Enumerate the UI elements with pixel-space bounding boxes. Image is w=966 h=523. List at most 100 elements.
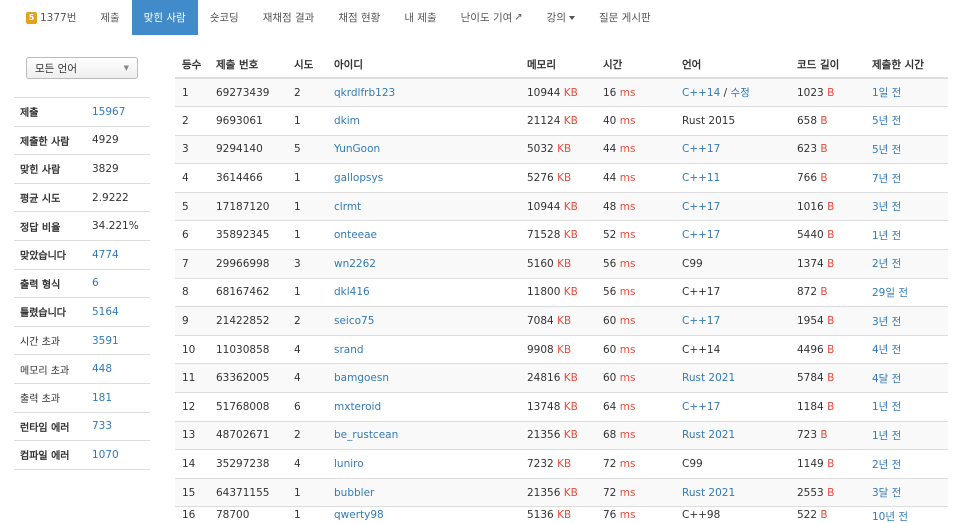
cell-submission-id: 9693061 (209, 106, 287, 136)
cell-language: C++17 (675, 191, 790, 221)
cell-rank: 15 (175, 477, 209, 507)
nav-rejudge-results[interactable]: 재채점 결과 (251, 0, 327, 35)
submitted-at-link[interactable]: 4년 전 (872, 344, 901, 356)
nav-problem-number[interactable]: 5 1377번 (0, 0, 88, 35)
nav-difficulty-contribution[interactable]: 난이도 기여 ↗ (449, 0, 535, 35)
time-unit: ms (619, 343, 636, 356)
user-link[interactable]: wn2262 (334, 258, 376, 270)
cell-submitted-at: 2년 전 (865, 449, 948, 479)
language-label[interactable]: Rust 2021 (682, 429, 735, 441)
user-link[interactable]: qkrdlfrb123 (334, 87, 395, 99)
cell-submission-id: 35297238 (209, 449, 287, 479)
cell-language: Rust 2021 (675, 477, 790, 507)
table-row: 1 69273439 2 qkrdlfrb123 10944 KB 16 ms C++14 … (175, 77, 948, 107)
nav-lectures-dropdown[interactable]: 강의 (535, 0, 587, 35)
user-link[interactable]: seico75 (334, 315, 374, 327)
time-value: 52 (603, 229, 617, 242)
time-value: 40 (603, 114, 617, 127)
language-label[interactable]: Rust 2021 (682, 372, 735, 384)
col-code-length: 코드 길이 (790, 51, 865, 79)
user-link[interactable]: be_rustcean (334, 429, 398, 441)
nav-question-board[interactable]: 질문 게시판 (587, 0, 663, 35)
table-row: 11 63362005 4 bamgoesn 24816 KB 60 ms Rust 202… (175, 363, 948, 393)
cell-rank: 11 (175, 363, 209, 393)
user-link[interactable]: bamgoesn (334, 372, 389, 384)
submitted-at-link[interactable]: 1년 전 (872, 230, 901, 242)
language-label[interactable]: C++17 (682, 143, 720, 155)
submitted-at-link[interactable]: 2년 전 (872, 258, 901, 270)
nav-short-coding[interactable]: 숏코딩 (198, 0, 251, 35)
user-link[interactable]: luniro (334, 458, 364, 470)
cell-user-id: onteeae (327, 220, 520, 250)
edit-code-link[interactable]: 수정 (731, 87, 750, 99)
cell-time: 68 ms (596, 420, 675, 450)
submitted-at-link[interactable]: 1년 전 (872, 430, 901, 442)
cell-rank: 16 (175, 506, 209, 523)
code-length-unit: B (827, 458, 835, 471)
submitted-at-link[interactable]: 3년 전 (872, 316, 901, 328)
memory-unit: KB (563, 400, 578, 413)
cell-submission-id: 51768008 (209, 392, 287, 422)
language-filter-select[interactable]: 모든 언어 ▼ (26, 57, 138, 79)
cell-rank: 7 (175, 249, 209, 279)
time-unit: ms (619, 429, 636, 442)
memory-value: 5276 (527, 172, 554, 185)
cell-user-id: be_rustcean (327, 420, 520, 450)
user-link[interactable]: bubbler (334, 487, 374, 499)
code-length-unit: B (827, 315, 835, 328)
user-link[interactable]: mxteroid (334, 401, 381, 413)
table-row: 14 35297238 4 luniro 7232 KB 72 ms C99 1149 B 2년… (175, 449, 948, 479)
cell-tries: 4 (287, 334, 327, 364)
memory-value: 13748 (527, 400, 561, 413)
submitted-at-link[interactable]: 2년 전 (872, 459, 901, 471)
language-label[interactable]: Rust 2021 (682, 487, 735, 499)
submitted-at-link[interactable]: 4달 전 (872, 373, 901, 385)
table-row: 2 9693061 1 dkim 21124 KB 40 ms Rust 2015 658 B… (175, 106, 948, 136)
language-label[interactable]: C++14 (682, 87, 720, 99)
cell-submitted-at: 7년 전 (865, 163, 948, 193)
user-link[interactable]: dkim (334, 115, 360, 127)
nav-accepted-users[interactable]: 맞힌 사람 (131, 0, 198, 35)
language-label[interactable]: C++17 (682, 315, 720, 327)
language-label[interactable]: C++17 (682, 401, 720, 413)
cell-submitted-at: 2년 전 (865, 249, 948, 279)
submitted-at-link[interactable]: 1년 전 (872, 401, 901, 413)
cell-tries: 1 (287, 163, 327, 193)
submitted-at-link[interactable]: 3년 전 (872, 201, 901, 213)
time-unit: ms (619, 172, 636, 185)
problem-stats: 제출 15967 제출한 사람 4929 맞힌 사람 3829 평균 시도 2.9222… (14, 97, 150, 470)
user-link[interactable]: clrmt (334, 201, 361, 213)
submitted-at-link[interactable]: 29일 전 (872, 287, 908, 299)
nav-submit[interactable]: 제출 (88, 0, 131, 35)
cell-submission-id: 63362005 (209, 363, 287, 393)
time-value: 68 (603, 429, 617, 442)
code-length-unit: B (827, 86, 835, 99)
submitted-at-link[interactable]: 5년 전 (872, 115, 901, 127)
time-unit: ms (619, 486, 636, 499)
submitted-at-link[interactable]: 5년 전 (872, 144, 901, 156)
time-unit: ms (619, 400, 636, 413)
submitted-at-link[interactable]: 3달 전 (872, 487, 901, 499)
submitted-at-link[interactable]: 1일 전 (872, 87, 901, 99)
cell-submitted-at: 3년 전 (865, 306, 948, 336)
user-link[interactable]: YunGoon (334, 143, 380, 155)
cell-code-length: 723 B (790, 420, 865, 450)
submitted-at-link[interactable]: 10년 전 (872, 511, 908, 523)
language-label[interactable]: C++17 (682, 201, 720, 213)
language-label: C99 (682, 458, 703, 471)
user-link[interactable]: onteeae (334, 229, 377, 241)
user-link[interactable]: dkl416 (334, 286, 370, 298)
user-link[interactable]: srand (334, 344, 364, 356)
nav-judge-status[interactable]: 채점 현황 (326, 0, 392, 35)
user-link[interactable]: gallopsys (334, 172, 383, 184)
user-link[interactable]: qwerty98 (334, 509, 384, 521)
language-label[interactable]: C++17 (682, 229, 720, 241)
cell-submitted-at: 4년 전 (865, 334, 948, 364)
nav-my-submissions[interactable]: 내 제출 (392, 0, 448, 35)
table-row: 15 64371155 1 bubbler 21356 KB 72 ms Rust 2021… (175, 477, 948, 507)
cell-submitted-at: 1일 전 (865, 77, 948, 107)
submitted-at-link[interactable]: 7년 전 (872, 173, 901, 185)
language-label[interactable]: C++11 (682, 172, 720, 184)
cell-submission-id: 3614466 (209, 163, 287, 193)
memory-unit: KB (563, 86, 578, 99)
